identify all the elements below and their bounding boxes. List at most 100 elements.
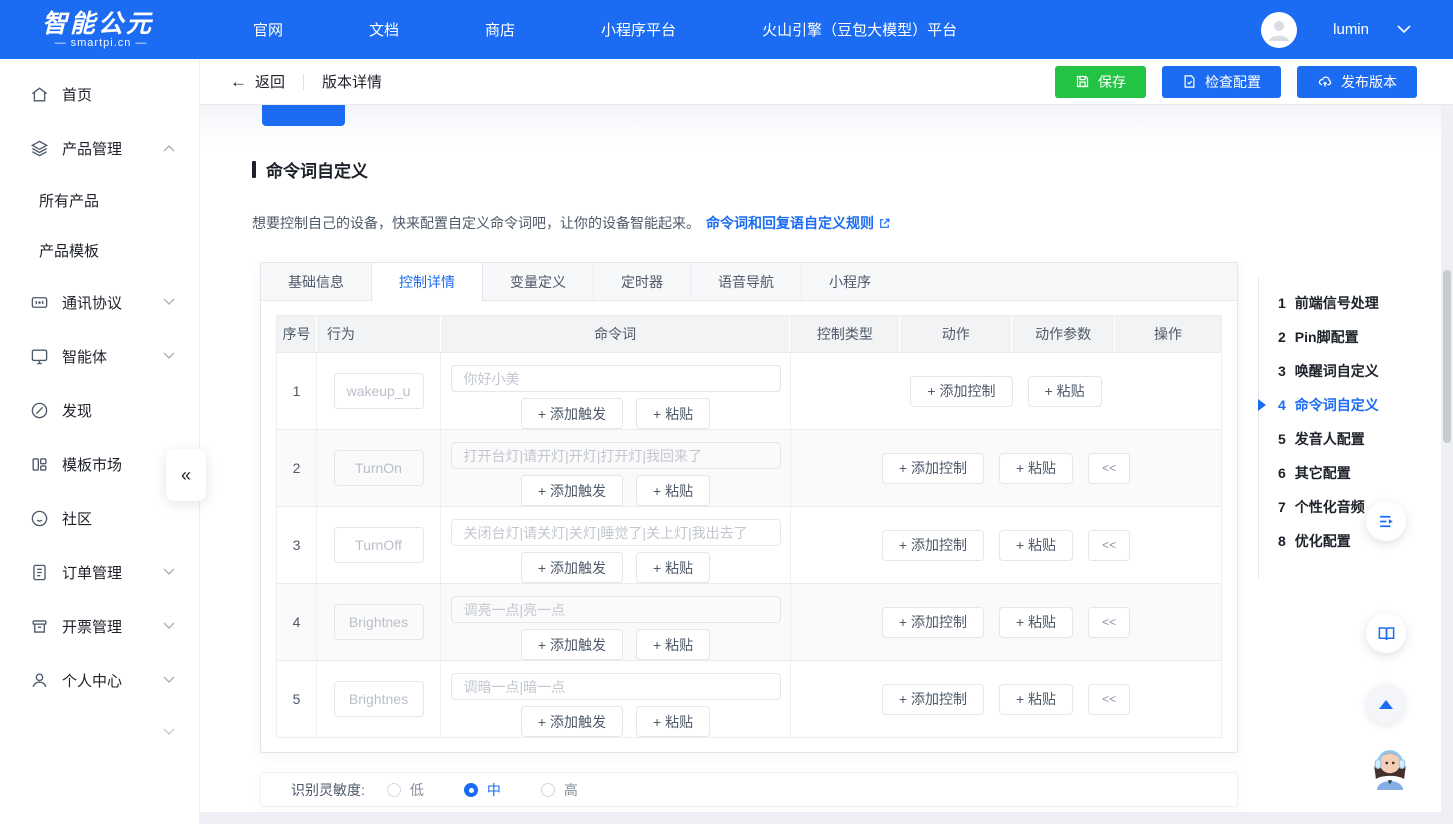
- add-trigger-button[interactable]: + 添加触发: [521, 629, 623, 660]
- paste-button[interactable]: + 粘贴: [636, 706, 710, 737]
- sidebar-item-agent[interactable]: 智能体: [0, 329, 199, 383]
- sidebar-item-hidden[interactable]: [0, 707, 199, 757]
- paste-button[interactable]: + 粘贴: [636, 475, 710, 506]
- publish-version-label: 发布版本: [1341, 72, 1397, 92]
- title-accent-bar: [252, 161, 256, 178]
- sidebar-item-discover[interactable]: 发现: [0, 383, 199, 437]
- back-button[interactable]: ← 返回: [230, 71, 285, 92]
- add-control-button[interactable]: + 添加控制: [910, 376, 1012, 407]
- steps-menu-float-button[interactable]: [1366, 501, 1406, 541]
- sidebar-item-order-management[interactable]: 订单管理: [0, 545, 199, 599]
- paste-button[interactable]: + 粘贴: [636, 629, 710, 660]
- sidebar-item-product-templates[interactable]: 产品模板: [0, 225, 199, 275]
- step-wake-word[interactable]: 3唤醒词自定义: [1259, 354, 1379, 388]
- behavior-input[interactable]: [334, 450, 424, 486]
- sensitivity-option-high[interactable]: 高: [541, 780, 578, 800]
- back-arrow-icon: ←: [230, 72, 247, 92]
- sidebar-item-communication-protocol[interactable]: 通讯协议: [0, 275, 199, 329]
- content-scroll-area: 命令词自定义 想要控制自己的设备，快来配置自定义命令词吧，让你的设备智能起来。 …: [200, 105, 1453, 824]
- step-optimize-config[interactable]: 8优化配置: [1259, 524, 1379, 558]
- user-avatar-icon[interactable]: [1261, 12, 1297, 48]
- sidebar-item-label: 智能体: [62, 346, 107, 367]
- paste-control-button[interactable]: + 粘贴: [999, 607, 1073, 638]
- tab-miniprogram[interactable]: 小程序: [801, 263, 898, 300]
- sidebar-item-label: 产品模板: [39, 240, 99, 261]
- sensitivity-option-medium[interactable]: 中: [464, 780, 501, 800]
- save-button[interactable]: 保存: [1055, 66, 1146, 98]
- tab-control-details[interactable]: 控制详情: [371, 263, 483, 302]
- partially-scrolled-button[interactable]: [262, 105, 345, 126]
- section-description-row: 想要控制自己的设备，快来配置自定义命令词吧，让你的设备智能起来。 命令词和回复语…: [252, 213, 891, 233]
- step-personal-audio[interactable]: 7个性化音频: [1259, 490, 1379, 524]
- paste-control-button[interactable]: + 粘贴: [999, 530, 1073, 561]
- command-input[interactable]: [451, 442, 781, 469]
- paste-control-button[interactable]: + 粘贴: [1028, 376, 1102, 407]
- add-control-button[interactable]: + 添加控制: [882, 607, 984, 638]
- sidebar-item-product-management[interactable]: 产品管理: [0, 121, 199, 175]
- tab-voice-navigation[interactable]: 语音导航: [690, 263, 801, 300]
- add-trigger-button[interactable]: + 添加触发: [521, 475, 623, 506]
- nav-item-volcengine-platform[interactable]: 火山引擎（豆包大模型）平台: [762, 19, 957, 40]
- sensitivity-option-low[interactable]: 低: [387, 780, 424, 800]
- table-row: 4 + 添加触发 + 粘贴 + 添加控制 + 粘贴 <<: [277, 583, 1221, 660]
- monitor-icon: [30, 347, 49, 366]
- step-other-config[interactable]: 6其它配置: [1259, 456, 1379, 490]
- step-voice-config[interactable]: 5发音人配置: [1259, 422, 1379, 456]
- sidebar-item-home[interactable]: 首页: [0, 67, 199, 121]
- docs-float-button[interactable]: [1366, 613, 1406, 653]
- customer-service-avatar[interactable]: [1364, 738, 1416, 790]
- rules-link[interactable]: 命令词和回复语自定义规则: [706, 213, 891, 233]
- add-trigger-button[interactable]: + 添加触发: [521, 398, 623, 429]
- command-input[interactable]: [451, 673, 781, 700]
- check-config-button[interactable]: 检查配置: [1162, 66, 1281, 98]
- radio-label: 中: [487, 780, 501, 800]
- paste-control-button[interactable]: + 粘贴: [999, 453, 1073, 484]
- behavior-input[interactable]: [334, 604, 424, 640]
- behavior-input[interactable]: [334, 373, 424, 409]
- table-row: 5 + 添加触发 + 粘贴 + 添加控制 + 粘贴 <<: [277, 660, 1221, 737]
- collapse-row-button[interactable]: <<: [1088, 530, 1130, 561]
- user-cluster[interactable]: lumin: [1261, 12, 1453, 48]
- sidebar-item-label: 模板市场: [62, 454, 122, 475]
- behavior-input[interactable]: [334, 681, 424, 717]
- sidebar-collapse-button[interactable]: «: [166, 449, 206, 501]
- behavior-input[interactable]: [334, 527, 424, 563]
- user-menu-chevron-down-icon[interactable]: [1397, 25, 1411, 34]
- step-front-end-signal[interactable]: 1前端信号处理: [1259, 286, 1379, 320]
- paste-button[interactable]: + 粘贴: [636, 398, 710, 429]
- add-control-button[interactable]: + 添加控制: [882, 453, 984, 484]
- command-input[interactable]: [451, 365, 781, 392]
- sidebar-item-personal-center[interactable]: 个人中心: [0, 653, 199, 707]
- collapse-row-button[interactable]: <<: [1088, 684, 1130, 715]
- paste-button[interactable]: + 粘贴: [636, 552, 710, 583]
- row-index: 2: [277, 430, 317, 506]
- add-trigger-button[interactable]: + 添加触发: [521, 552, 623, 583]
- nav-item-store[interactable]: 商店: [485, 19, 515, 40]
- add-control-button[interactable]: + 添加控制: [882, 530, 984, 561]
- nav-item-miniprogram-platform[interactable]: 小程序平台: [601, 19, 676, 40]
- command-input[interactable]: [451, 596, 781, 623]
- back-to-top-button[interactable]: [1366, 684, 1406, 724]
- paste-control-button[interactable]: + 粘贴: [999, 684, 1073, 715]
- add-trigger-button[interactable]: + 添加触发: [521, 706, 623, 737]
- collapse-row-button[interactable]: <<: [1088, 453, 1130, 484]
- sidebar-item-all-products[interactable]: 所有产品: [0, 175, 199, 225]
- tab-timer[interactable]: 定时器: [593, 263, 690, 300]
- header-buttons: 保存 检查配置 发布版本: [1055, 66, 1417, 98]
- add-control-button[interactable]: + 添加控制: [882, 684, 984, 715]
- command-config-card: 基础信息 控制详情 变量定义 定时器 语音导航 小程序 序号 行为 命令词 控制…: [260, 262, 1238, 753]
- tab-basic-info[interactable]: 基础信息: [261, 263, 371, 300]
- logo[interactable]: 智能公元 — smartpi.cn —: [0, 11, 215, 49]
- command-input[interactable]: [451, 519, 781, 546]
- row-index: 4: [277, 584, 317, 660]
- sidebar-item-invoice-management[interactable]: 开票管理: [0, 599, 199, 653]
- step-command-word[interactable]: 4命令词自定义: [1259, 388, 1379, 422]
- nav-item-official-site[interactable]: 官网: [253, 19, 283, 40]
- publish-version-button[interactable]: 发布版本: [1297, 66, 1417, 98]
- collapse-row-button[interactable]: <<: [1088, 607, 1130, 638]
- nav-item-docs[interactable]: 文档: [369, 19, 399, 40]
- compass-icon: [30, 401, 49, 420]
- step-pin-config[interactable]: 2Pin脚配置: [1259, 320, 1379, 354]
- scrollbar-thumb[interactable]: [1443, 270, 1451, 443]
- tab-variable-definition[interactable]: 变量定义: [483, 263, 593, 300]
